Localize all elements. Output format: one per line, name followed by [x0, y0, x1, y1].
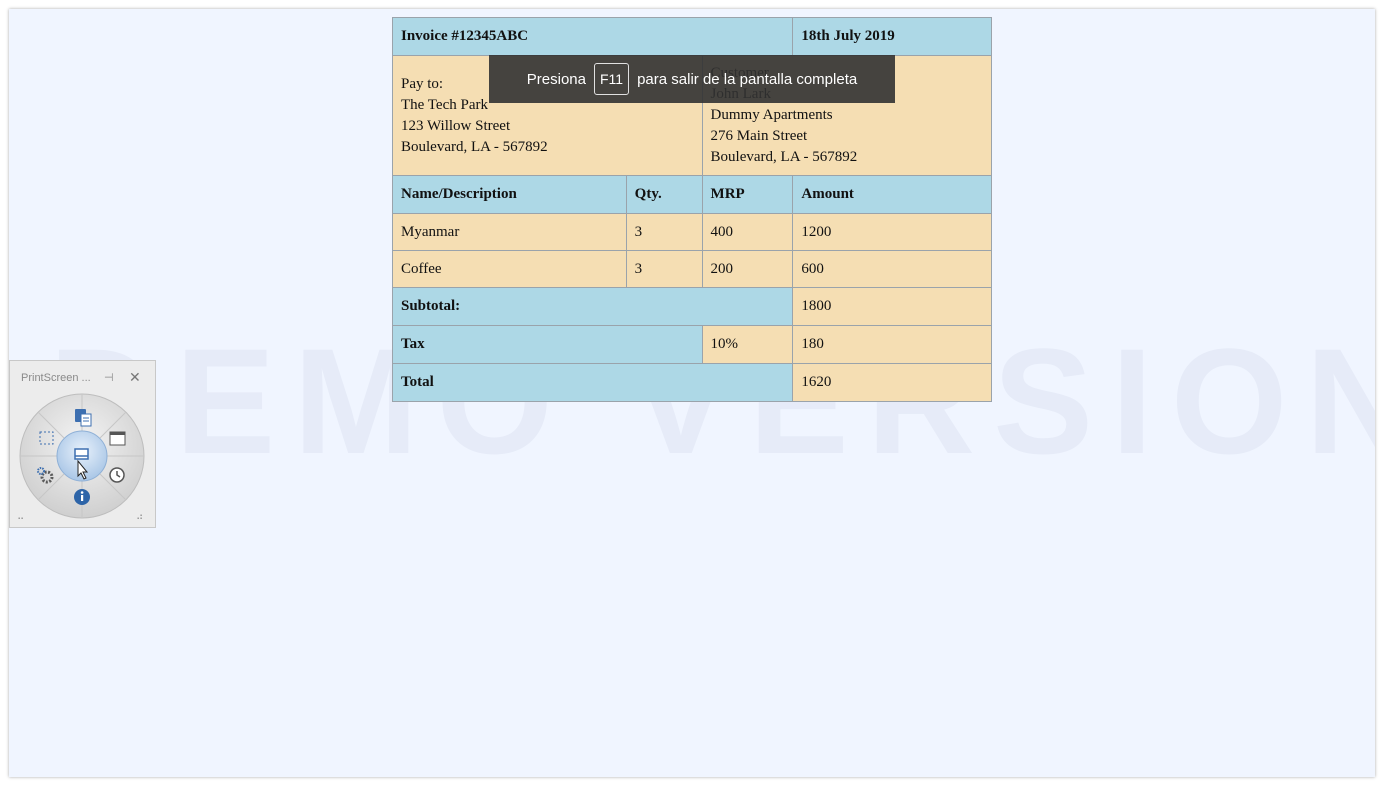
capture-wheel [19, 393, 145, 519]
item-qty: 3 [625, 213, 703, 251]
fullscreen-exit-toast: Presiona F11 para salir de la pantalla c… [489, 55, 895, 103]
column-header-name: Name/Description [392, 175, 627, 214]
tax-value: 180 [792, 325, 992, 364]
toast-text-before: Presiona [526, 70, 586, 88]
window-capture-icon[interactable] [109, 431, 126, 446]
table-row: Myanmar 3 400 1200 [392, 213, 992, 251]
item-qty: 3 [625, 250, 703, 288]
printscreen-title: PrintScreen ... [21, 372, 91, 384]
history-icon[interactable] [109, 467, 125, 483]
info-icon[interactable] [74, 489, 90, 505]
tax-label: Tax [392, 325, 703, 364]
fullscreen-capture-icon[interactable] [74, 448, 89, 460]
subtotal-value: 1800 [792, 287, 992, 326]
item-amount: 1200 [792, 213, 992, 251]
pay-to-line: Boulevard, LA - 567892 [401, 138, 548, 155]
total-value: 1620 [792, 363, 992, 402]
printscreen-widget[interactable]: PrintScreen ... ⊣ ✕ ⣀ ⣠ [9, 360, 156, 528]
item-mrp: 400 [701, 213, 794, 251]
item-name: Myanmar [392, 213, 627, 251]
item-name: Coffee [392, 250, 627, 288]
item-amount: 600 [792, 250, 992, 288]
column-header-qty: Qty. [625, 175, 703, 214]
resize-grip-icon[interactable]: ⣠ [136, 509, 143, 520]
column-header-mrp: MRP [701, 175, 794, 214]
close-icon[interactable]: ✕ [129, 369, 141, 386]
pay-to-line: 123 Willow Street [401, 117, 511, 134]
table-row: Coffee 3 200 600 [392, 250, 992, 288]
invoice-date: 18th July 2019 [792, 17, 992, 56]
customer-line: Boulevard, LA - 567892 [710, 149, 858, 165]
browser-viewport: DEMO VERSION Invoice #12345ABC 18th July… [9, 9, 1375, 777]
customer-line: Dummy Apartments [710, 107, 833, 123]
column-header-amount: Amount [792, 175, 992, 214]
toast-text-after: para salir de la pantalla completa [637, 70, 858, 88]
customer-line: 276 Main Street [710, 128, 808, 144]
tax-rate: 10% [701, 325, 794, 364]
total-label: Total [391, 363, 794, 402]
subtotal-label: Subtotal: [391, 287, 794, 326]
f11-key-badge: F11 [593, 63, 630, 95]
pin-icon[interactable]: ⊣ [104, 371, 114, 384]
resize-grip-icon[interactable]: ⣀ [17, 509, 24, 520]
invoice-number: Invoice #12345ABC [391, 17, 794, 56]
item-mrp: 200 [701, 250, 794, 288]
